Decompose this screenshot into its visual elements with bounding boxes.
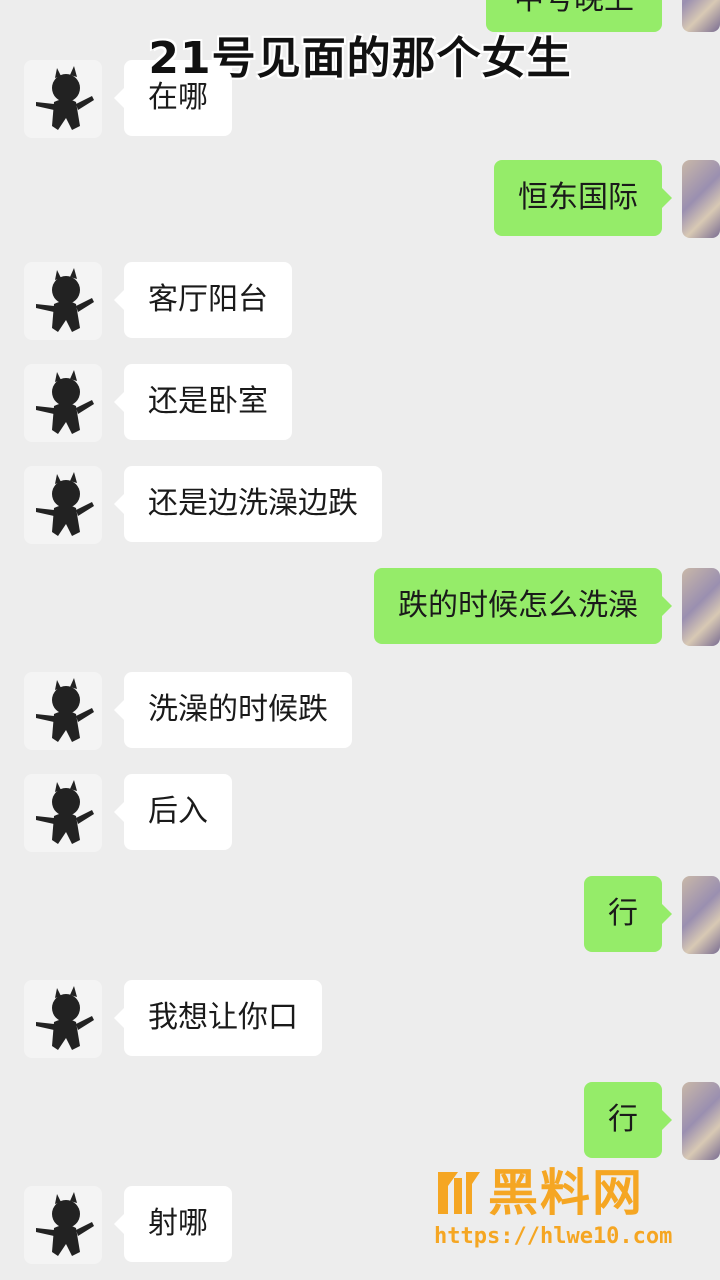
devil-figure-icon (36, 1192, 94, 1256)
message-row: 洗澡的时候跌 (0, 670, 720, 750)
message-row: 行 (0, 874, 720, 954)
incoming-bubble[interactable]: 客厅阳台 (114, 262, 292, 338)
message-row: 后入 (0, 772, 720, 852)
message-row: 还是卧室 (0, 362, 720, 442)
partial-bubble-text: 中号晚上 (514, 0, 634, 17)
message-row: 还是边洗澡边跌 (0, 464, 720, 544)
message-row: 行 (0, 1080, 720, 1160)
overlay-caption: 21号见面的那个女生 (148, 33, 572, 84)
contact-avatar[interactable] (24, 262, 102, 340)
incoming-bubble[interactable]: 还是卧室 (114, 364, 292, 440)
devil-figure-icon (36, 780, 94, 844)
devil-figure-icon (36, 678, 94, 742)
watermark: 黑料网 https://hlwe10.com (430, 1160, 710, 1260)
self-avatar[interactable] (682, 160, 720, 238)
devil-figure-icon (36, 986, 94, 1050)
incoming-bubble[interactable]: 射哪 (114, 1186, 232, 1262)
contact-avatar[interactable] (24, 364, 102, 442)
contact-avatar[interactable] (24, 672, 102, 750)
devil-figure-icon (36, 472, 94, 536)
devil-figure-icon (36, 370, 94, 434)
self-avatar[interactable] (682, 568, 720, 646)
devil-figure-icon (36, 268, 94, 332)
message-row: 客厅阳台 (0, 260, 720, 340)
incoming-bubble[interactable]: 洗澡的时候跌 (114, 672, 352, 748)
incoming-bubble[interactable]: 我想让你口 (114, 980, 322, 1056)
self-avatar[interactable] (682, 1082, 720, 1160)
outgoing-bubble[interactable]: 恒东国际 (494, 160, 672, 236)
chat-view: 中号晚上 在哪 恒东国际 客厅阳台 (0, 0, 720, 1280)
message-row: 我想让你口 (0, 978, 720, 1058)
contact-avatar[interactable] (24, 1186, 102, 1264)
outgoing-bubble[interactable]: 跌的时候怎么洗澡 (374, 568, 672, 644)
watermark-logo-icon (438, 1172, 480, 1214)
message-row: 跌的时候怎么洗澡 (0, 566, 720, 646)
contact-avatar[interactable] (24, 774, 102, 852)
watermark-url: https://hlwe10.com (434, 1224, 673, 1249)
message-row: 恒东国际 (0, 158, 720, 238)
incoming-bubble[interactable]: 还是边洗澡边跌 (114, 466, 382, 542)
outgoing-bubble[interactable]: 行 (584, 876, 672, 952)
incoming-bubble[interactable]: 后入 (114, 774, 232, 850)
self-avatar[interactable] (682, 876, 720, 954)
contact-avatar[interactable] (24, 466, 102, 544)
watermark-title: 黑料网 (488, 1164, 644, 1222)
contact-avatar[interactable] (24, 980, 102, 1058)
outgoing-bubble[interactable]: 行 (584, 1082, 672, 1158)
